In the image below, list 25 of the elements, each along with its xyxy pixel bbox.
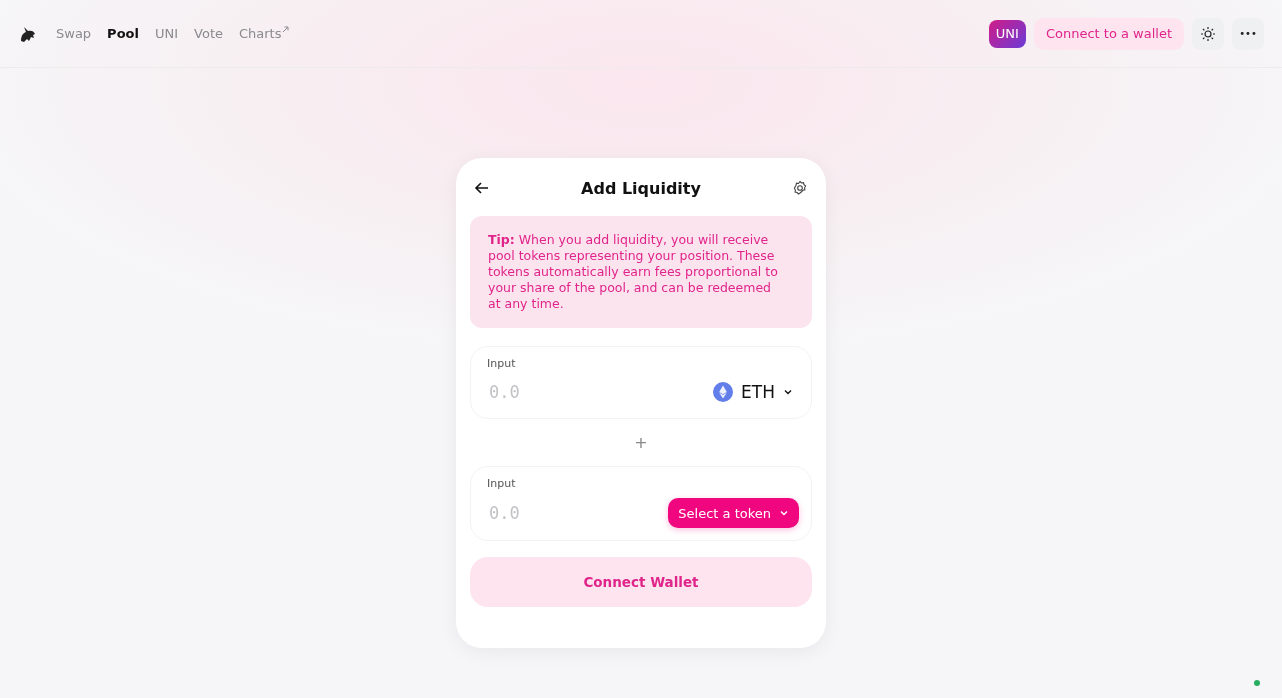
select-token-button[interactable]: Select a token xyxy=(668,498,799,528)
card-title: Add Liquidity xyxy=(581,178,701,198)
connect-wallet-submit-button[interactable]: Connect Wallet xyxy=(470,557,812,607)
nav-link[interactable]: UNI xyxy=(148,22,185,45)
ethereum-token-icon xyxy=(713,382,734,402)
plus-sign: + xyxy=(634,433,648,452)
nav-link[interactable]: Pool xyxy=(101,22,145,45)
connect-wallet-button[interactable]: Connect to a wallet xyxy=(1033,17,1184,50)
external-arrow-icon xyxy=(282,26,290,33)
nav-link[interactable]: Vote xyxy=(188,22,229,45)
chevron-down-icon xyxy=(779,508,789,518)
uni-badge[interactable]: UNI xyxy=(988,19,1026,48)
input-label: Input xyxy=(487,477,517,490)
token-selector[interactable]: ETH xyxy=(707,378,799,406)
back-arrow-icon[interactable] xyxy=(474,180,490,196)
tip-text: Tip: When you add liquidity, you will receive pool tokens representing your position. These tokens automatically earn fees proportional to your share of the pool, and can be redeemed at any time. xyxy=(470,216,812,328)
theme-toggle-button[interactable] xyxy=(1192,17,1224,50)
nav-link[interactable]: Charts xyxy=(233,22,296,45)
nav-link[interactable]: Swap xyxy=(50,22,98,45)
input-label: Input xyxy=(487,357,517,370)
chevron-down-icon xyxy=(783,387,793,397)
status-dot-icon xyxy=(1254,680,1260,686)
settings-icon[interactable] xyxy=(792,180,808,196)
more-menu-button[interactable]: ••• xyxy=(1232,17,1264,50)
sun-icon xyxy=(1200,25,1216,42)
